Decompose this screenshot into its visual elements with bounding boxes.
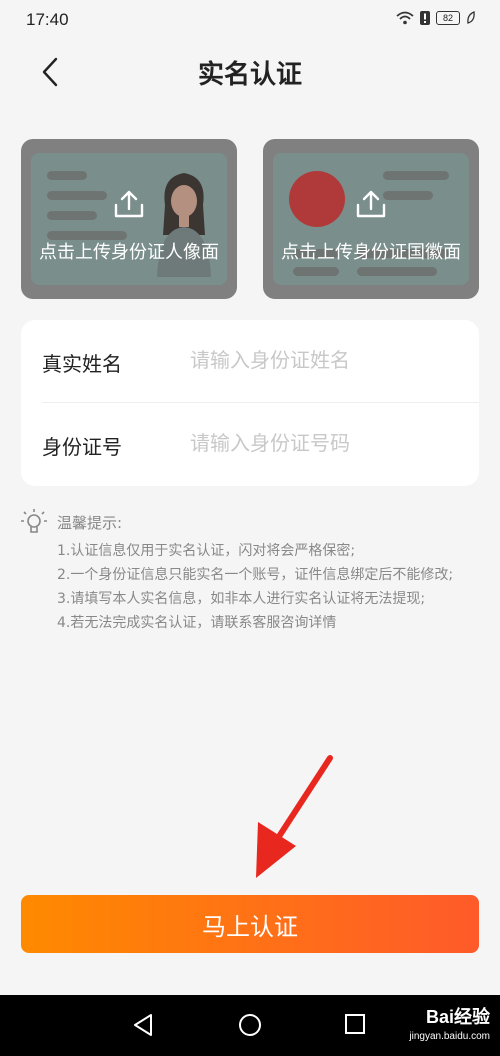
tip-item: 2.一个身份证信息只能实名一个账号，证件信息绑定后不能修改; [57,567,454,583]
tips-title: 温馨提示: [57,514,123,532]
emblem-circle [289,171,345,227]
tip-item: 1.认证信息仅用于实名认证，闪对将会严格保密; [57,543,356,559]
wifi-icon [396,11,414,25]
identity-form: 真实姓名 身份证号 [21,320,479,486]
lightbulb-icon [21,509,47,533]
battery-indicator: 82 [436,11,460,25]
upload-back-label: 点击上传身份证国徽面 [281,242,461,263]
upload-front-label: 点击上传身份证人像面 [39,242,219,263]
system-nav-bar: Bai经验 jingyan.baidu.com [0,995,500,1056]
id-number-row: 身份证号 [42,403,479,485]
name-label: 真实姓名 [42,352,122,376]
nav-recents-icon[interactable] [344,1013,366,1035]
upload-icon [114,190,144,218]
watermark-url: jingyan.baidu.com [409,1031,490,1042]
status-icons: 82 [396,11,476,25]
nav-back-icon[interactable] [132,1013,154,1037]
status-time: 17:40 [26,10,69,29]
name-input[interactable] [190,338,460,382]
status-bar: 17:40 82 [0,0,500,40]
upload-icon [356,190,386,218]
page-title: 实名认证 [197,60,302,90]
upload-id-front-card[interactable]: 点击上传身份证人像面 [21,139,237,299]
watermark-brand: Bai经验 [425,1007,490,1027]
submit-button[interactable]: 马上认证 [21,895,479,953]
nav-home-icon[interactable] [238,1013,262,1037]
upload-id-back-card[interactable]: 点击上传身份证国徽面 [263,139,479,299]
id-number-label: 身份证号 [42,435,122,459]
id-number-input[interactable] [190,421,460,465]
tip-item: 4.若无法完成实名认证，请联系客服咨询详情 [57,615,337,631]
id-card-front-illustration [31,153,227,285]
header: 实名认证 [0,40,500,110]
name-row: 真实姓名 [42,320,479,403]
leaf-icon [467,11,475,24]
tip-item: 3.请填写本人实名信息，如非本人进行实名认证将无法提现; [57,591,426,607]
id-card-back-illustration [273,153,469,285]
watermark: Bai经验 jingyan.baidu.com [409,1003,490,1042]
alert-icon [420,11,430,25]
